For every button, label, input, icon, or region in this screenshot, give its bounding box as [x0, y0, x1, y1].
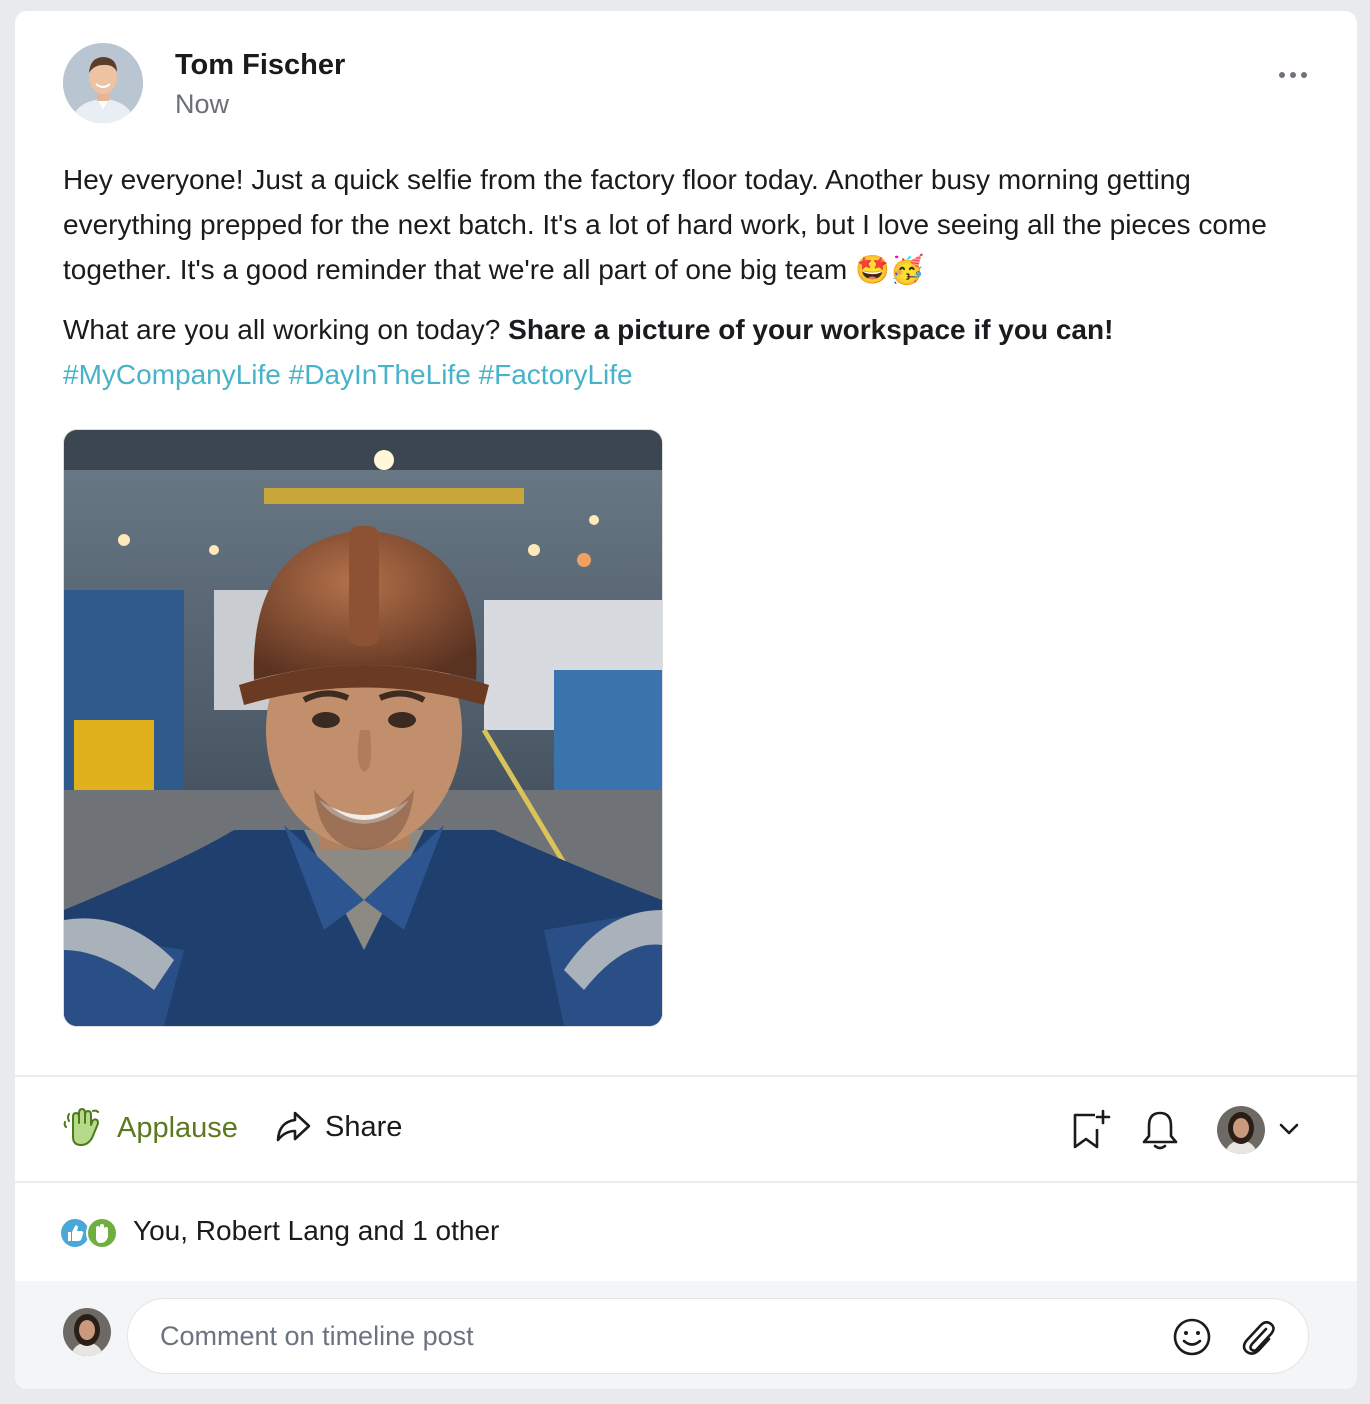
more-options-button[interactable]: [1273, 63, 1313, 87]
hashtag-list: #MyCompanyLife #DayInTheLife #FactoryLif…: [63, 352, 1313, 397]
author-avatar[interactable]: [63, 43, 143, 123]
chevron-down-icon: [1279, 1123, 1299, 1135]
reaction-icons[interactable]: [59, 1215, 121, 1251]
post-body: Hey everyone! Just a quick selfie from t…: [63, 157, 1313, 397]
hashtag-link[interactable]: #FactoryLife: [479, 359, 633, 390]
comment-box: [127, 1298, 1309, 1374]
attach-button[interactable]: [1238, 1317, 1278, 1362]
share-arrow-icon: [276, 1111, 311, 1142]
viewer-avatar[interactable]: [1217, 1106, 1265, 1154]
audience-dropdown-button[interactable]: [1277, 1119, 1301, 1144]
hashtag-link[interactable]: #DayInTheLife: [289, 359, 471, 390]
post-time: Now: [175, 89, 230, 119]
emoji-button[interactable]: [1172, 1317, 1212, 1362]
post-text: Hey everyone! Just a quick selfie from t…: [63, 164, 1267, 285]
notify-button[interactable]: [1141, 1109, 1179, 1156]
comment-area: [15, 1281, 1357, 1389]
post-question-bold: Share a picture of your workspace if you…: [508, 314, 1114, 345]
applause-label: Applause: [117, 1111, 238, 1144]
timeline-post-card: Tom Fischer Now Hey everyone! Just a qui…: [15, 11, 1357, 1389]
share-label: Share: [325, 1110, 403, 1143]
commenter-avatar: [63, 1308, 111, 1356]
reaction-summary[interactable]: You, Robert Lang and 1 other: [133, 1215, 499, 1247]
post-question: What are you all working on today? Share…: [63, 314, 1114, 345]
bell-icon: [1142, 1111, 1178, 1150]
more-horizontal-icon: [1279, 72, 1285, 78]
bookmark-add-icon: [1073, 1109, 1111, 1149]
clapping-hands-icon: [63, 1108, 99, 1146]
bookmark-add-button[interactable]: [1071, 1109, 1111, 1156]
applause-button[interactable]: Applause: [63, 1107, 238, 1149]
comment-input[interactable]: [160, 1299, 1140, 1373]
paperclip-icon: [1242, 1320, 1275, 1355]
divider: [15, 1075, 1357, 1077]
share-button[interactable]: Share: [273, 1107, 402, 1147]
smiley-icon: [1173, 1318, 1211, 1356]
divider: [15, 1181, 1357, 1183]
hashtag-link[interactable]: #MyCompanyLife: [63, 359, 281, 390]
post-photo[interactable]: [63, 429, 663, 1027]
author-name[interactable]: Tom Fischer: [175, 49, 345, 82]
